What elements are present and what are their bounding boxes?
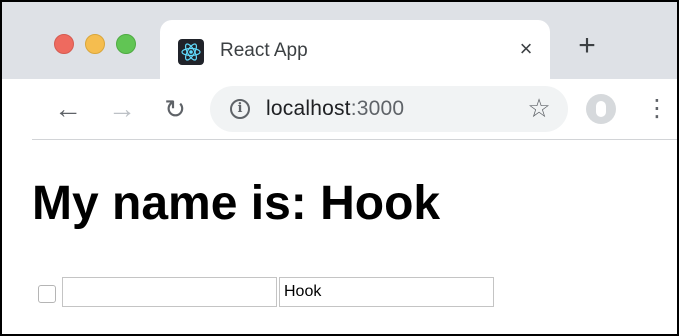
site-info-icon[interactable]: i — [230, 99, 250, 119]
browser-window: React App × + ← → ↻ i localhost:3000 ☆ ⋮… — [0, 0, 679, 336]
toolbar-divider — [32, 139, 677, 140]
forward-arrow-icon[interactable]: → — [107, 94, 137, 124]
url-port: :3000 — [350, 97, 405, 120]
url-host: localhost — [266, 97, 351, 120]
tab-close-icon[interactable]: × — [512, 35, 540, 63]
reload-icon[interactable]: ↻ — [160, 94, 190, 124]
new-tab-icon[interactable]: + — [573, 31, 601, 61]
browser-toolbar: ← → ↻ i localhost:3000 ☆ ⋮ — [2, 79, 677, 139]
page-heading: My name is: Hook — [32, 177, 441, 230]
back-arrow-icon[interactable]: ← — [53, 94, 83, 124]
tab-strip: React App × + — [2, 2, 677, 79]
bookmark-star-icon[interactable]: ☆ — [524, 93, 554, 123]
more-menu-icon[interactable]: ⋮ — [642, 94, 672, 124]
window-minimize-button[interactable] — [85, 34, 105, 54]
tab-title: React App — [220, 40, 308, 61]
checkbox[interactable] — [38, 285, 56, 303]
address-bar[interactable]: i localhost:3000 ☆ — [210, 86, 568, 132]
name-text-input[interactable] — [279, 277, 494, 307]
first-text-input[interactable] — [62, 277, 277, 307]
tab-react-app[interactable]: React App × — [160, 20, 550, 79]
window-maximize-button[interactable] — [116, 34, 136, 54]
address-bar-url[interactable]: localhost:3000 — [266, 97, 404, 121]
react-logo-icon — [178, 39, 204, 65]
profile-avatar-icon[interactable] — [586, 94, 616, 124]
window-close-button[interactable] — [54, 34, 74, 54]
